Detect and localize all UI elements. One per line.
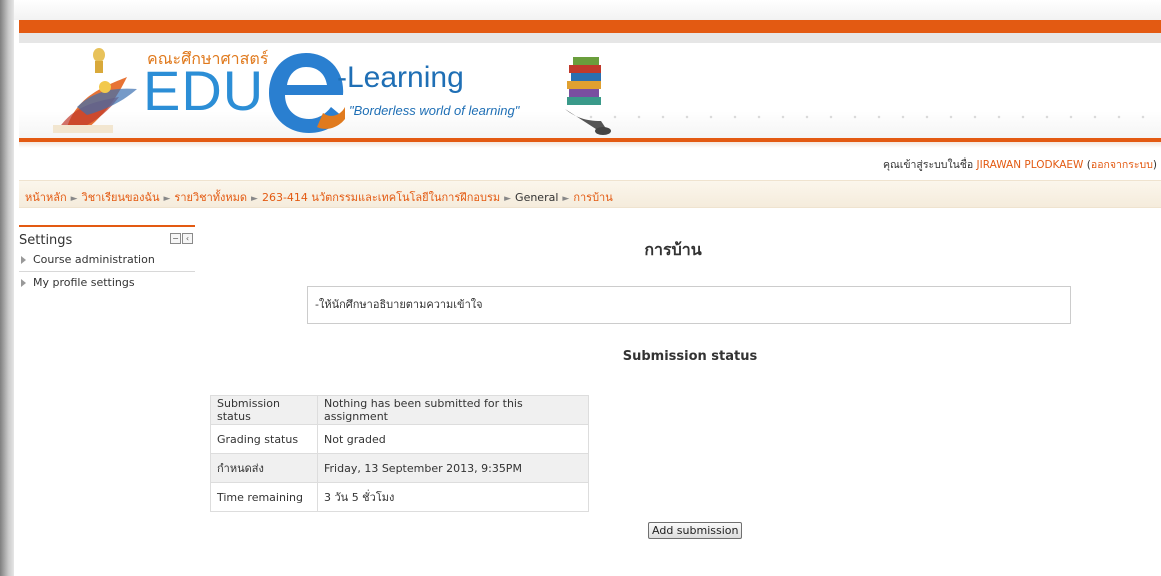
settings-title: Settings (19, 233, 73, 248)
dock-block-icon[interactable]: ‹ (182, 233, 193, 244)
expand-arrow-icon (21, 256, 26, 264)
banner-fade (19, 142, 1161, 148)
logo-edu-text: EDU (143, 59, 265, 122)
login-paren-open: ( (1083, 159, 1091, 171)
logo-tagline: "Borderless world of learning" (349, 103, 520, 118)
settings-item-course-administration[interactable]: Course administration (19, 249, 195, 272)
settings-item-label: My profile settings (33, 276, 135, 289)
breadcrumb-separator: ► (163, 194, 171, 204)
login-info: คุณเข้าสู่ระบบในชื่อ JIRAWAN PLODKAEW (อ… (883, 156, 1157, 173)
login-prefix: คุณเข้าสู่ระบบในชื่อ (883, 159, 977, 171)
table-row: Submission status Nothing has been submi… (210, 395, 589, 425)
table-row: กำหนดส่ง Friday, 13 September 2013, 9:35… (210, 453, 589, 483)
breadcrumb-home[interactable]: หน้าหลัก (25, 191, 67, 204)
breadcrumb-all-courses[interactable]: รายวิชาทั้งหมด (174, 191, 247, 204)
breadcrumb-separator: ► (251, 194, 258, 204)
university-seal-icon (53, 48, 137, 133)
book-stack-icon (565, 57, 611, 135)
add-submission-button[interactable]: Add submission (648, 522, 743, 539)
e-letter-logo-icon (269, 53, 345, 133)
site-banner[interactable]: คณะศึกษาศาสตร์ EDU -Learning "Borderless… (19, 43, 1161, 140)
settings-block: Settings − ‹ Course administration My pr… (19, 225, 195, 294)
window-left-edge (0, 0, 14, 576)
navbar: หน้าหลัก ► วิชาเรียนของฉัน ► รายวิชาทั้งหมด ►… (19, 180, 1161, 208)
table-cell-label: Time remaining (210, 482, 318, 512)
breadcrumb-separator: ► (562, 194, 570, 204)
header-top-bar (19, 20, 1161, 33)
collapse-block-icon[interactable]: − (170, 233, 181, 244)
logo-learning-text: -Learning (337, 61, 464, 94)
user-name-link[interactable]: JIRAWAN PLODKAEW (977, 159, 1084, 171)
table-cell-value: Not graded (317, 424, 589, 454)
settings-header: Settings − ‹ (19, 225, 195, 249)
window-top-shadow (14, 0, 1161, 20)
table-cell-value: Nothing has been submitted for this assi… (317, 395, 589, 425)
expand-arrow-icon (21, 279, 26, 287)
table-row: Time remaining 3 วัน 5 ชั่วโมง (210, 482, 589, 512)
logout-link[interactable]: ออกจากระบบ (1091, 159, 1153, 171)
login-paren-close: ) (1152, 159, 1157, 171)
settings-item-my-profile-settings[interactable]: My profile settings (19, 272, 195, 294)
breadcrumb-separator: ► (504, 194, 512, 204)
settings-item-label: Course administration (33, 253, 155, 266)
table-cell-label: กำหนดส่ง (210, 453, 318, 483)
breadcrumb: หน้าหลัก ► วิชาเรียนของฉัน ► รายวิชาทั้งหมด ►… (25, 188, 613, 206)
submission-status-heading: Submission status (622, 349, 758, 364)
breadcrumb-my-courses[interactable]: วิชาเรียนของฉัน (82, 191, 160, 204)
table-cell-value: 3 วัน 5 ชั่วโมง (317, 482, 589, 512)
assignment-intro-box: -ให้นักศึกษาอธิบายตามความเข้าใจ (307, 286, 1071, 324)
submission-status-table: Submission status Nothing has been submi… (210, 395, 589, 512)
breadcrumb-general[interactable]: General (515, 191, 558, 204)
header-grey-bar (19, 33, 1161, 43)
breadcrumb-assignment[interactable]: การบ้าน (573, 191, 612, 204)
page-title: การบ้าน (644, 240, 702, 259)
table-cell-value: Friday, 13 September 2013, 9:35PM (317, 453, 589, 483)
table-cell-label: Submission status (210, 395, 318, 425)
table-row: Grading status Not graded (210, 424, 589, 454)
table-cell-label: Grading status (210, 424, 318, 454)
page-frame: คณะศึกษาศาสตร์ EDU -Learning "Borderless… (19, 20, 1161, 576)
assignment-intro-text: -ให้นักศึกษาอธิบายตามความเข้าใจ (315, 298, 483, 311)
breadcrumb-separator: ► (70, 194, 78, 204)
breadcrumb-course[interactable]: 263-414 นวัตกรรมและเทคโนโลยีในการฝึกอบรม (262, 191, 500, 204)
banner-decoration (579, 109, 1151, 125)
